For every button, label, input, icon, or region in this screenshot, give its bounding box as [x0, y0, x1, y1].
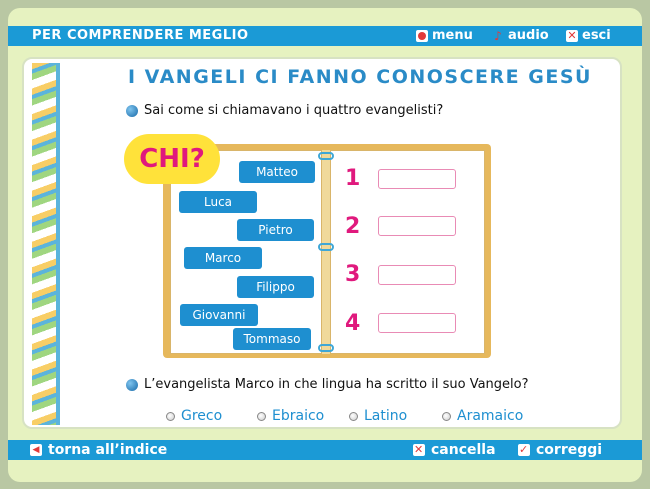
- check-label: correggi: [536, 442, 603, 458]
- option-label: Ebraico: [272, 408, 325, 424]
- answer-slot-1[interactable]: [378, 169, 456, 189]
- music-note-icon: [492, 30, 504, 42]
- ring-icon: [318, 344, 334, 352]
- radio-icon: [349, 411, 358, 421]
- option-label: Greco: [181, 408, 223, 424]
- clear-button[interactable]: cancella: [413, 442, 496, 458]
- exit-label: esci: [582, 28, 611, 43]
- name-card-filippo[interactable]: Filippo: [237, 276, 314, 298]
- audio-button[interactable]: audio: [492, 28, 549, 43]
- ring-icon: [318, 243, 334, 251]
- name-card-giovanni[interactable]: Giovanni: [180, 304, 258, 326]
- number-label: 3: [345, 262, 361, 287]
- back-to-index-button[interactable]: torna all’indice: [30, 442, 167, 458]
- check-button[interactable]: correggi: [518, 442, 602, 458]
- number-label: 4: [345, 311, 361, 336]
- number-label: 2: [345, 214, 361, 239]
- option-label: Aramaico: [457, 408, 524, 424]
- option-aramaico[interactable]: Aramaico: [442, 408, 523, 424]
- name-card-marco[interactable]: Marco: [184, 247, 262, 269]
- name-card-tommaso[interactable]: Tommaso: [233, 328, 311, 350]
- decorative-border: [32, 63, 60, 425]
- menu-label: menu: [432, 28, 473, 43]
- option-greco[interactable]: Greco: [166, 408, 222, 424]
- option-label: Latino: [364, 408, 408, 424]
- name-card-matteo[interactable]: Matteo: [239, 161, 315, 183]
- close-icon: [413, 444, 425, 456]
- ring-icon: [318, 152, 334, 160]
- radio-icon: [166, 411, 175, 421]
- section-title: PER COMPRENDERE MEGLIO: [32, 28, 249, 43]
- option-ebraico[interactable]: Ebraico: [257, 408, 324, 424]
- name-card-pietro[interactable]: Pietro: [237, 219, 314, 241]
- answer-slot-4[interactable]: [378, 313, 456, 333]
- question-1-text: Sai come si chiamavano i quattro evangel…: [144, 103, 444, 118]
- bullet-icon: [126, 378, 138, 391]
- exit-button[interactable]: esci: [566, 28, 611, 43]
- question-1: Sai come si chiamavano i quattro evangel…: [126, 103, 443, 118]
- answer-slot-2[interactable]: [378, 216, 456, 236]
- menu-button[interactable]: menu: [416, 28, 473, 43]
- audio-label: audio: [508, 28, 549, 43]
- clear-label: cancella: [431, 442, 496, 458]
- question-2: L’evangelista Marco in che lingua ha scr…: [126, 377, 529, 392]
- back-arrow-icon: [30, 444, 42, 456]
- close-icon: [566, 29, 578, 42]
- page-title: I VANGELI CI FANNO CONOSCERE GESÙ: [128, 66, 592, 88]
- name-card-luca[interactable]: Luca: [179, 191, 257, 213]
- menu-icon: [416, 29, 428, 42]
- radio-icon: [257, 411, 266, 421]
- checkmark-icon: [518, 444, 530, 456]
- number-label: 1: [345, 166, 361, 191]
- question-2-text: L’evangelista Marco in che lingua ha scr…: [144, 377, 529, 392]
- radio-icon: [442, 411, 451, 421]
- bullet-icon: [126, 104, 138, 117]
- chi-badge: CHI?: [124, 134, 220, 184]
- answer-slot-3[interactable]: [378, 265, 456, 285]
- back-label: torna all’indice: [48, 442, 168, 458]
- option-latino[interactable]: Latino: [349, 408, 407, 424]
- notebook-spine: [322, 150, 330, 354]
